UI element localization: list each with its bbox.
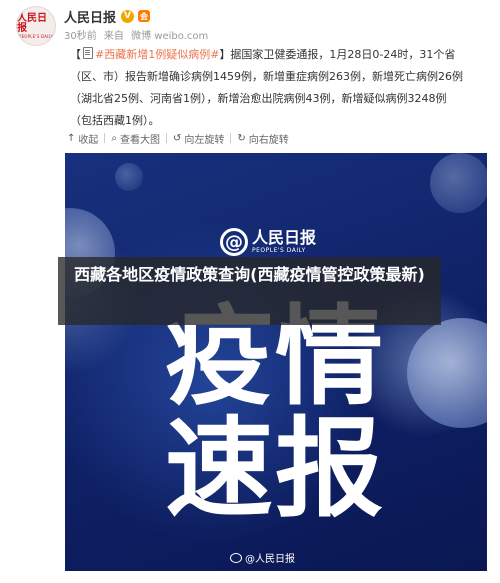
arrow-up-icon: ↑ <box>67 132 76 144</box>
rotate-right-icon: ↻ <box>237 132 246 144</box>
post-text: 【 #西藏新增1例疑似病例#】据国家卫健委通报，1月28日0-24时，31个省 （… <box>70 44 482 132</box>
title-overlay: 西藏各地区疫情政策查询(西藏疫情管控政策最新) <box>58 257 441 325</box>
image-watermark: @人民日报 <box>230 550 295 565</box>
at-icon: @ <box>220 228 248 256</box>
post-source[interactable]: 微博 weibo.com <box>131 31 208 42</box>
brand-text: 人民日报 PEOPLE'S DAILY <box>252 229 316 255</box>
post-time[interactable]: 30秒前 <box>64 31 97 42</box>
post-via: 来自 <box>103 31 124 42</box>
avatar-logo-sub: PEOPLE'S DAILY <box>18 33 54 39</box>
post-line-1: 【 #西藏新增1例疑似病例#】据国家卫健委通报，1月28日0-24时，31个省 <box>70 44 482 66</box>
people-daily-logo: @ 人民日报 PEOPLE'S DAILY <box>220 228 316 256</box>
brand-name: 人民日报 <box>252 228 317 247</box>
rotate-right-label: 向右旋转 <box>248 134 289 146</box>
hashtag-link[interactable]: #西藏新增1例疑似病例# <box>95 48 219 61</box>
post-header: 人民日报 PEOPLE'S DAILY 人民日报 V 会 30秒前 来自 微博 … <box>0 0 500 46</box>
view-large-label: 查看大图 <box>120 134 160 146</box>
headline-char: 报 <box>275 407 384 532</box>
rotate-right-button[interactable]: ↻ 向右旋转 <box>231 131 294 146</box>
bracket-open: 【 <box>70 48 81 61</box>
post-image[interactable]: @ 人民日报 PEOPLE'S DAILY 疫 情 速 报 @人民日报 <box>65 153 487 571</box>
watermark-text: @人民日报 <box>245 554 295 565</box>
weibo-icon <box>230 552 242 563</box>
post-line-1-text: 】据国家卫健委通报，1月28日0-24时，31个省 <box>219 48 456 61</box>
verified-badge-icon: V <box>121 9 135 23</box>
headline-char: 速 <box>165 407 274 532</box>
virus-graphic <box>430 153 487 213</box>
brand-sub: PEOPLE'S DAILY <box>252 247 306 254</box>
post-meta: 30秒前 来自 微博 weibo.com <box>64 27 212 42</box>
post-line-3: （湖北省25例、河南省1例），新增治愈出院病例43例，新增疑似病例3248例 <box>70 92 447 105</box>
magnifier-icon: ⌕ <box>111 132 117 144</box>
account-name[interactable]: 人民日报 <box>64 7 116 26</box>
image-toolbar: ↑ 收起 ⌕ 查看大图 ↺ 向左旋转 ↻ 向右旋转 <box>61 128 491 148</box>
avatar-logo: 人民日报 <box>17 12 47 34</box>
rotate-left-label: 向左旋转 <box>184 134 225 146</box>
rotate-left-button[interactable]: ↺ 向左旋转 <box>167 131 230 146</box>
collapse-label: 收起 <box>78 134 99 146</box>
overlay-title: 西藏各地区疫情政策查询(西藏疫情管控政策最新) <box>74 265 425 284</box>
collapse-button[interactable]: ↑ 收起 <box>61 131 104 146</box>
member-badge-icon: 会 <box>138 10 151 22</box>
post-line-2: （区、市）报告新增确诊病例1459例，新增重症病例263例，新增死亡病例26例 <box>70 70 463 83</box>
virus-graphic <box>115 163 143 191</box>
document-icon <box>83 47 93 59</box>
avatar[interactable]: 人民日报 PEOPLE'S DAILY <box>16 6 56 46</box>
view-large-button[interactable]: ⌕ 查看大图 <box>105 131 166 146</box>
name-row: 人民日报 V 会 <box>64 7 151 26</box>
rotate-left-icon: ↺ <box>173 132 182 144</box>
